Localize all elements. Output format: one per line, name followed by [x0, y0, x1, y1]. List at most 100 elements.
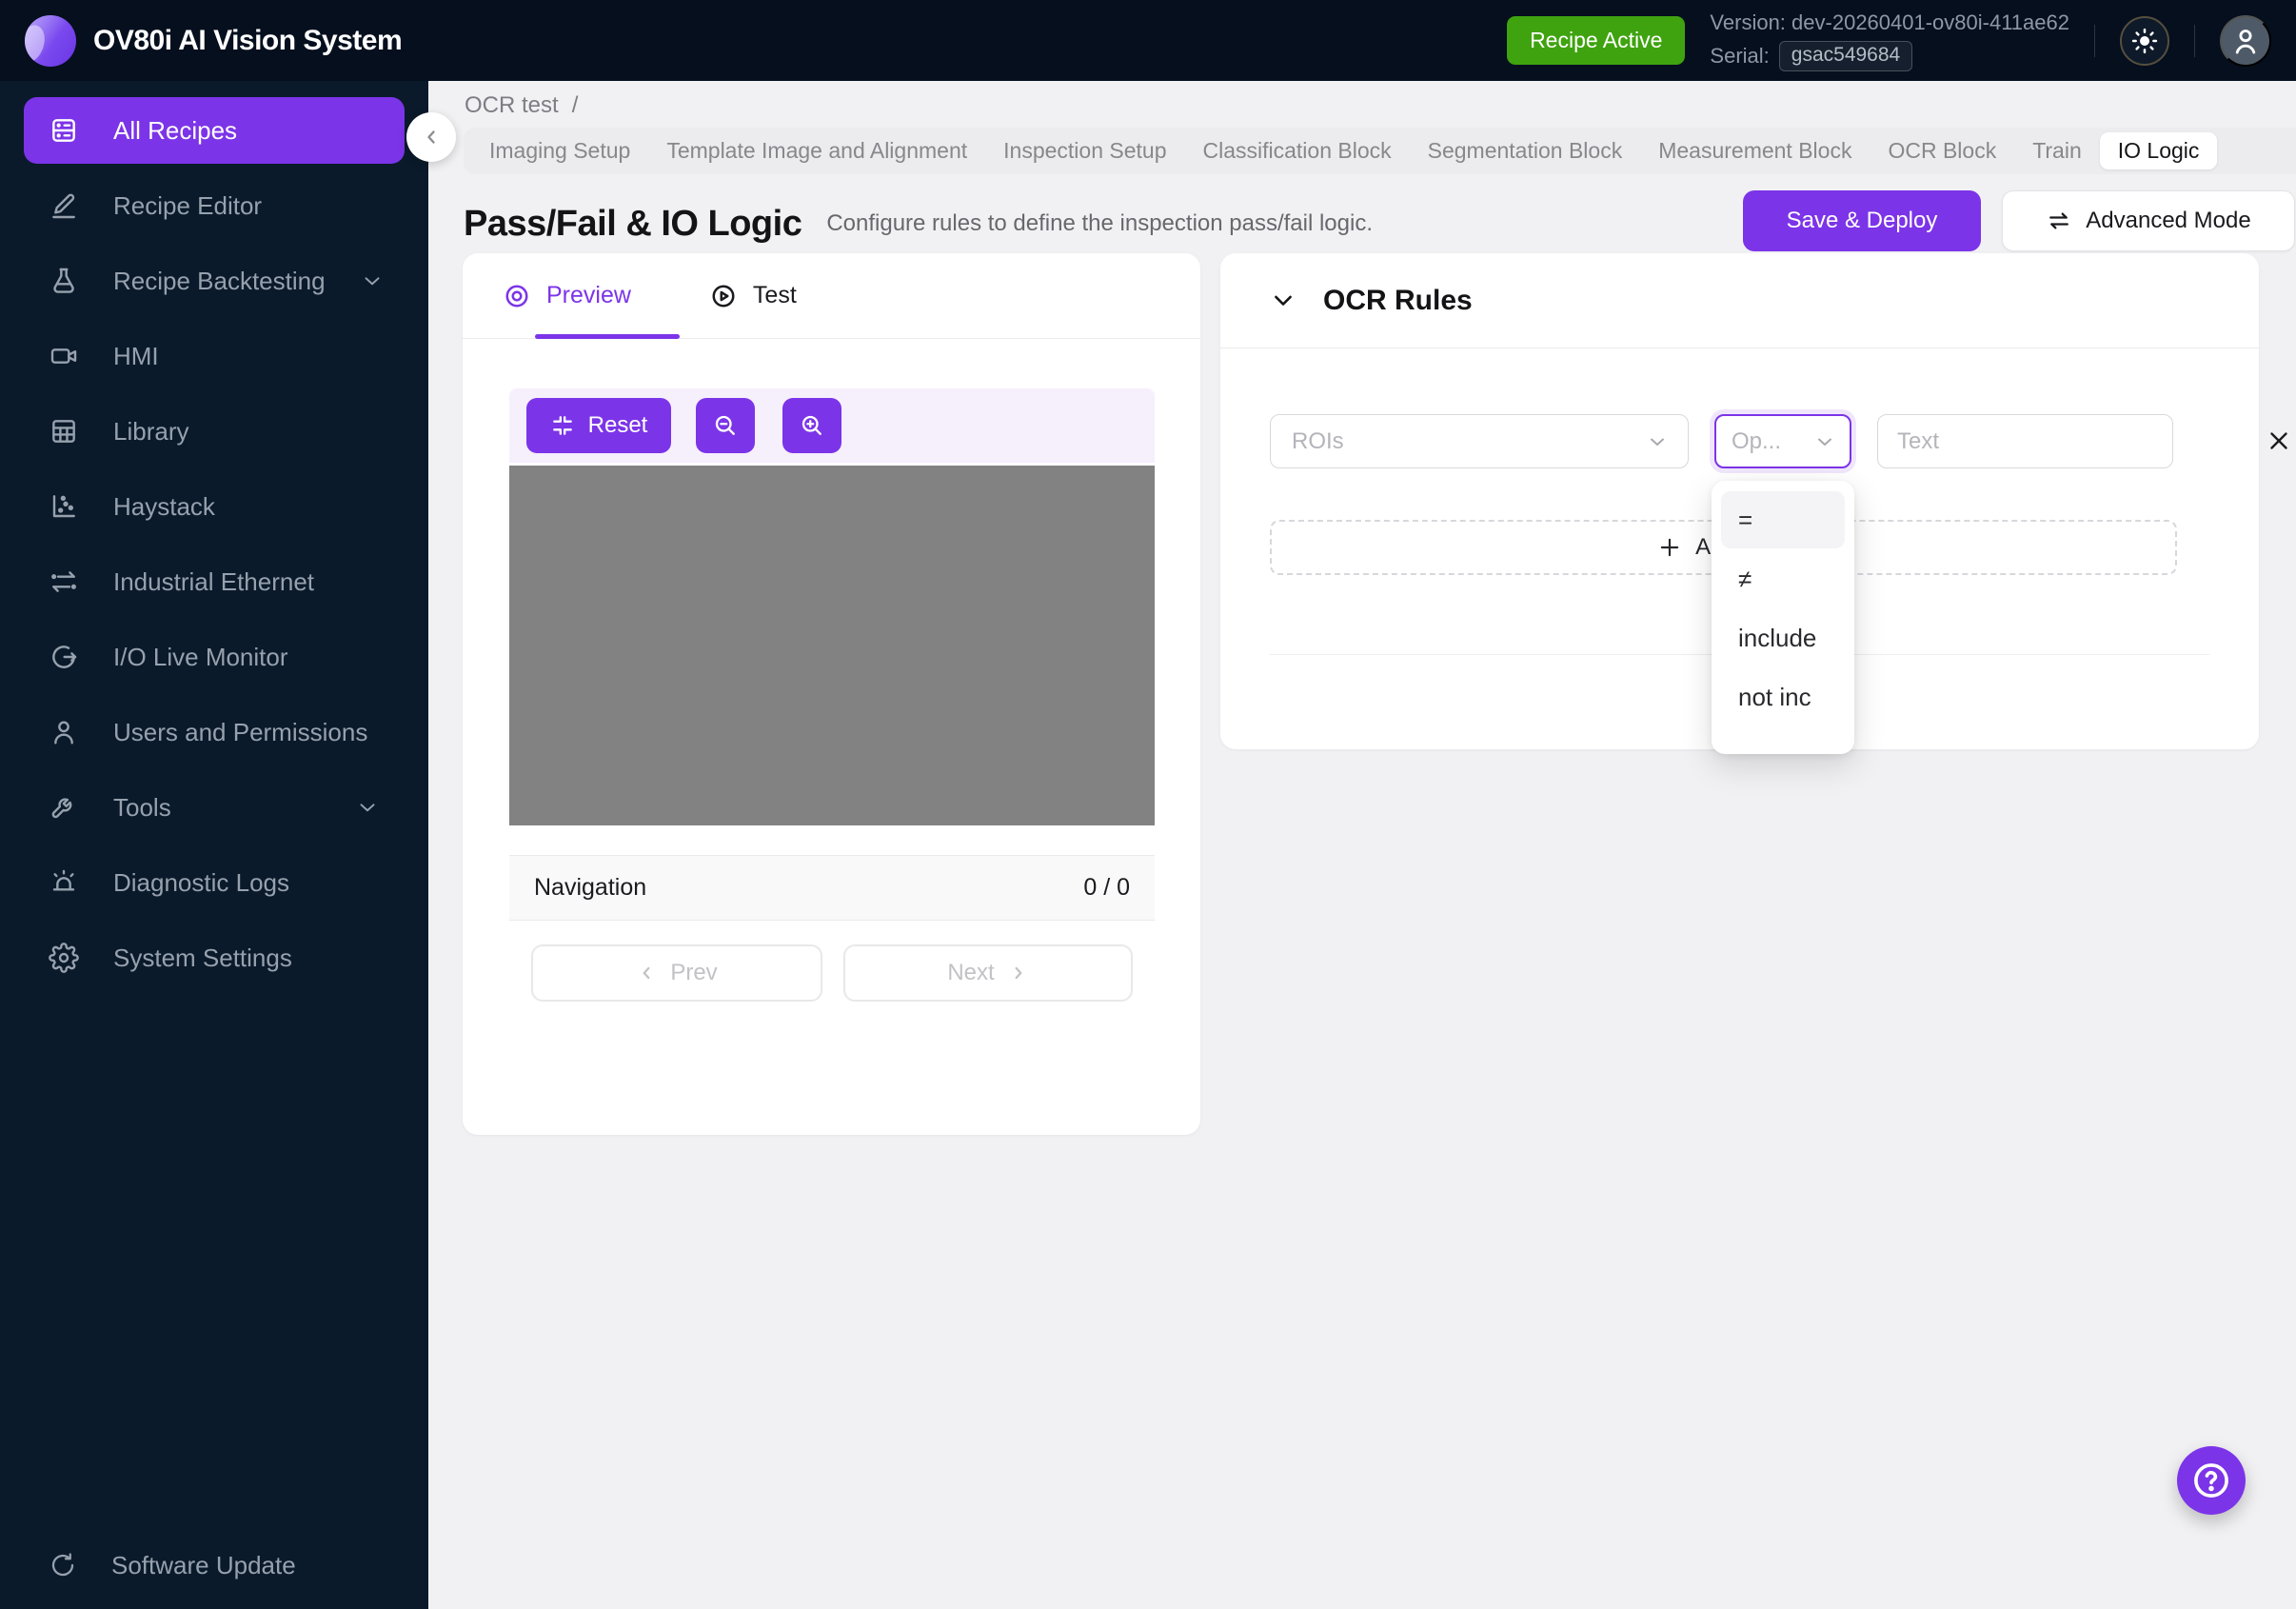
- top-bar: OV80i AI Vision System Recipe Active Ver…: [0, 0, 2296, 81]
- next-label: Next: [947, 960, 995, 985]
- question-circle-icon: [2189, 1459, 2233, 1502]
- chevron-down-icon: [1270, 288, 1296, 314]
- rule-row: ROIs Op...: [1270, 414, 2287, 468]
- main-content: OCR test / Imaging Setup Template Image a…: [428, 81, 2296, 1609]
- remove-rule-button[interactable]: [2260, 422, 2296, 460]
- sidebar-item-tools[interactable]: Tools: [24, 774, 405, 841]
- sidebar-item-label: Tools: [113, 792, 171, 822]
- chevron-down-icon: [355, 795, 380, 820]
- center-view-icon: [550, 413, 575, 438]
- operator-select[interactable]: Op...: [1714, 414, 1851, 468]
- navigation-count: 0 / 0: [1083, 874, 1130, 901]
- preview-image-canvas[interactable]: [509, 466, 1155, 825]
- advanced-mode-label: Advanced Mode: [2086, 208, 2251, 233]
- sidebar: All Recipes Recipe Editor Recipe Backtes…: [0, 81, 428, 1609]
- sidebar-item-haystack[interactable]: Haystack: [24, 473, 405, 540]
- breadcrumb: OCR test /: [465, 92, 578, 119]
- sidebar-item-all-recipes[interactable]: All Recipes: [24, 97, 405, 164]
- preview-toolbar: Reset: [509, 388, 1155, 463]
- sidebar-item-label: Industrial Ethernet: [113, 566, 315, 596]
- sidebar-item-label: I/O Live Monitor: [113, 642, 288, 671]
- zoom-out-icon: [712, 412, 739, 439]
- user-avatar[interactable]: [2220, 14, 2271, 67]
- recipes-icon: [49, 115, 79, 146]
- settings-gear-icon: [49, 943, 79, 973]
- sidebar-item-users-and-permissions[interactable]: Users and Permissions: [24, 699, 405, 765]
- prev-label: Prev: [670, 960, 718, 985]
- tab-preview[interactable]: Preview: [503, 253, 680, 339]
- navigation-label: Navigation: [534, 874, 647, 901]
- tab-test-label: Test: [752, 282, 797, 308]
- app-title: OV80i AI Vision System: [93, 24, 403, 56]
- tab-ocr-block[interactable]: OCR Block: [1870, 132, 2014, 169]
- text-input[interactable]: [1877, 414, 2173, 468]
- sidebar-item-hmi[interactable]: HMI: [24, 323, 405, 389]
- reset-view-button[interactable]: Reset: [526, 398, 671, 453]
- prev-button[interactable]: Prev: [531, 944, 822, 1002]
- backtesting-flask-icon: [49, 266, 79, 296]
- ocr-rules-title: OCR Rules: [1323, 284, 1473, 316]
- sidebar-item-diagnostic-logs[interactable]: Diagnostic Logs: [24, 849, 405, 916]
- zoom-out-button[interactable]: [696, 398, 755, 453]
- sidebar-menu: All Recipes Recipe Editor Recipe Backtes…: [0, 81, 428, 991]
- tab-measurement-block[interactable]: Measurement Block: [1640, 132, 1870, 169]
- tab-inspection-setup[interactable]: Inspection Setup: [985, 132, 1184, 169]
- tab-train[interactable]: Train: [2014, 132, 2100, 169]
- io-monitor-icon: [49, 642, 79, 672]
- page-title: Pass/Fail & IO Logic: [464, 203, 802, 244]
- version-value: dev-20260401-ov80i-411ae62: [1791, 10, 2069, 34]
- sidebar-item-label: HMI: [113, 341, 159, 370]
- help-button[interactable]: [2177, 1446, 2246, 1515]
- diagnostic-siren-icon: [49, 867, 79, 898]
- tab-test[interactable]: Test: [709, 253, 797, 338]
- sidebar-item-label: System Settings: [113, 943, 292, 972]
- library-grid-icon: [49, 416, 79, 447]
- operator-option-[interactable]: ≠: [1721, 550, 1845, 607]
- operator-placeholder: Op...: [1732, 427, 1782, 454]
- block-tabstrip: Imaging Setup Template Image and Alignmen…: [464, 128, 2296, 174]
- preview-panel: Preview Test Reset Navigation 0 / 0 Prev…: [463, 253, 1200, 1135]
- operator-option-[interactable]: =: [1721, 491, 1845, 548]
- sidebar-collapse-button[interactable]: [406, 112, 456, 162]
- recipe-editor-icon: [49, 190, 79, 221]
- tab-classification-block[interactable]: Classification Block: [1184, 132, 1409, 169]
- reset-label: Reset: [587, 412, 648, 438]
- next-button[interactable]: Next: [843, 944, 1133, 1002]
- sidebar-item-library[interactable]: Library: [24, 398, 405, 465]
- advanced-mode-button[interactable]: Advanced Mode: [2002, 190, 2295, 251]
- rois-select[interactable]: ROIs: [1270, 414, 1689, 468]
- operator-option-not-inc[interactable]: not inc: [1721, 668, 1845, 725]
- zoom-in-button[interactable]: [782, 398, 841, 453]
- chevron-left-icon: [636, 963, 657, 983]
- sidebar-item-industrial-ethernet[interactable]: Industrial Ethernet: [24, 548, 405, 615]
- zoom-in-icon: [799, 412, 825, 439]
- recipe-active-badge: Recipe Active: [1507, 16, 1686, 65]
- rois-placeholder: ROIs: [1292, 427, 1344, 454]
- tab-io-logic[interactable]: IO Logic: [2099, 132, 2218, 169]
- tab-template-image-and-alignment[interactable]: Template Image and Alignment: [648, 132, 985, 169]
- target-icon: [503, 282, 531, 310]
- sidebar-item-i-o-live-monitor[interactable]: I/O Live Monitor: [24, 624, 405, 690]
- serial-value-chip: gsac549684: [1778, 40, 1913, 71]
- sidebar-item-recipe-editor[interactable]: Recipe Editor: [24, 172, 405, 239]
- plus-icon: [1657, 535, 1682, 560]
- app-window: OV80i AI Vision System Recipe Active Ver…: [0, 0, 2296, 1609]
- breadcrumb-recipe-name[interactable]: OCR test: [465, 92, 559, 119]
- hmi-camera-icon: [49, 341, 79, 371]
- app-logo-icon: [25, 14, 76, 67]
- tab-imaging-setup[interactable]: Imaging Setup: [471, 132, 648, 169]
- divider: [2094, 24, 2095, 57]
- tab-segmentation-block[interactable]: Segmentation Block: [1410, 132, 1641, 169]
- operator-dropdown-menu: = ≠ include not inc: [1712, 481, 1854, 754]
- sidebar-item-system-settings[interactable]: System Settings: [24, 924, 405, 991]
- sidebar-item-software-update[interactable]: Software Update: [24, 1535, 405, 1596]
- save-deploy-button[interactable]: Save & Deploy: [1743, 190, 1981, 251]
- page-header: Pass/Fail & IO Logic Configure rules to …: [464, 190, 2296, 257]
- swap-arrows-icon: [2046, 208, 2072, 234]
- sidebar-item-recipe-backtesting[interactable]: Recipe Backtesting: [24, 248, 405, 314]
- ocr-rules-header[interactable]: OCR Rules: [1220, 253, 2259, 348]
- operator-option-include[interactable]: include: [1721, 609, 1845, 666]
- theme-toggle-button[interactable]: [2120, 15, 2169, 66]
- chevron-down-icon: [1646, 430, 1669, 453]
- sidebar-item-label: Library: [113, 416, 189, 446]
